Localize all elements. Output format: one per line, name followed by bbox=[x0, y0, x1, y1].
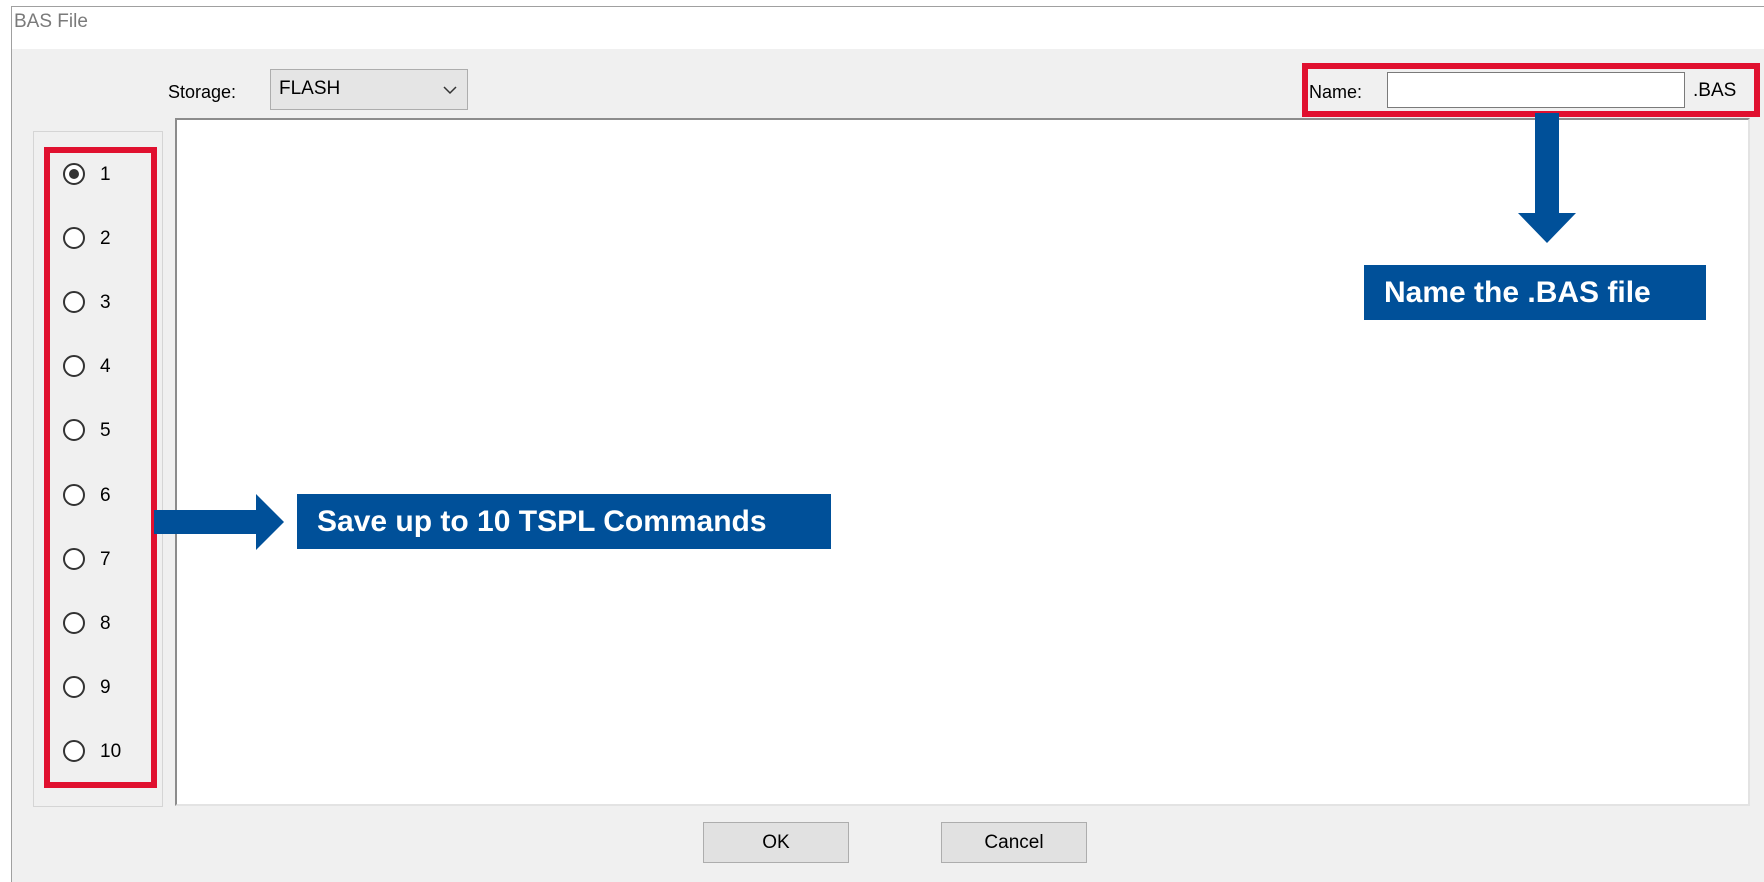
save-commands-callout: Save up to 10 TSPL Commands bbox=[297, 494, 831, 549]
window-title: BAS File bbox=[14, 11, 88, 32]
chevron-down-icon bbox=[443, 86, 457, 95]
tspl-commands-textarea[interactable] bbox=[175, 118, 1750, 806]
storage-selected-value: FLASH bbox=[279, 78, 341, 99]
name-file-callout: Name the .BAS file bbox=[1364, 265, 1706, 320]
radio-group-highlight-box bbox=[44, 147, 157, 788]
cancel-button[interactable]: Cancel bbox=[941, 822, 1087, 863]
ok-button[interactable]: OK bbox=[703, 822, 849, 863]
down-arrow-icon bbox=[1518, 113, 1576, 243]
storage-dropdown[interactable]: FLASH bbox=[270, 69, 468, 110]
storage-label: Storage: bbox=[168, 82, 237, 102]
title-bar: BAS File bbox=[12, 7, 1764, 49]
right-arrow-icon bbox=[154, 494, 284, 550]
name-field-highlight-box bbox=[1302, 63, 1760, 117]
